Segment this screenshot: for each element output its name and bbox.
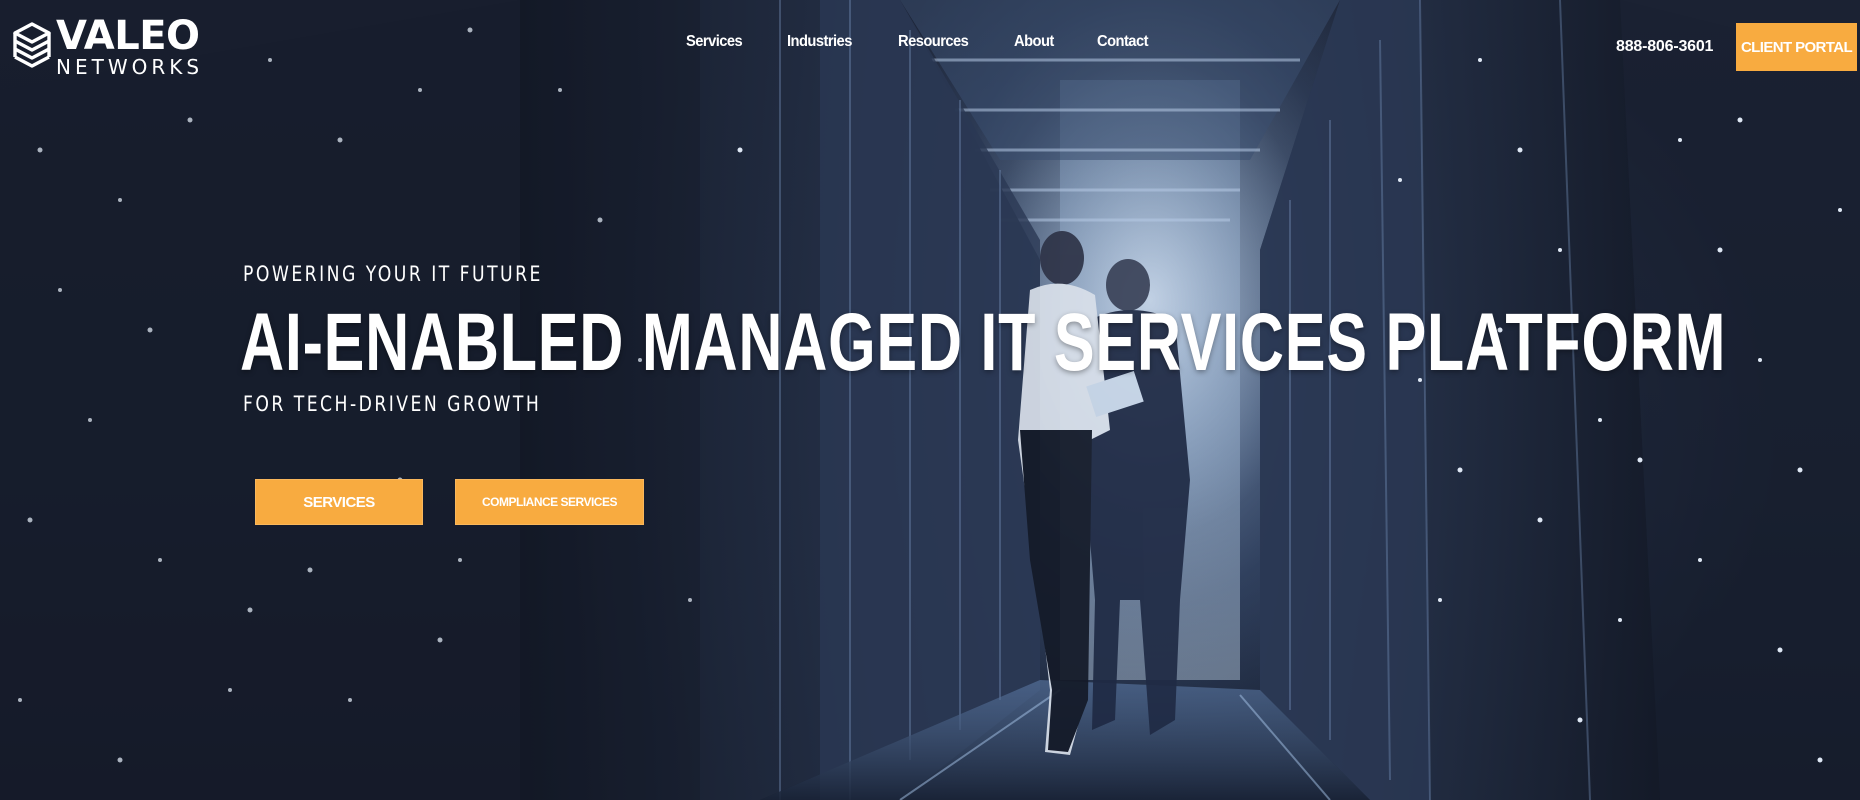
hero-eyebrow: POWERING YOUR IT FUTURE: [243, 262, 543, 286]
client-portal-button[interactable]: CLIENT PORTAL: [1736, 23, 1857, 71]
logo-word-networks: NETWORKS: [56, 55, 204, 79]
hero-subline: FOR TECH-DRIVEN GROWTH: [243, 392, 542, 416]
phone-link[interactable]: 888-806-3601: [1616, 38, 1713, 56]
logo-word-valeo: VALEO: [56, 13, 200, 59]
compliance-services-button[interactable]: COMPLIANCE SERVICES: [455, 479, 644, 525]
valeo-hexagon-logo-icon: [13, 22, 51, 68]
main-nav: Services Industries Resources About Cont…: [686, 33, 1193, 51]
nav-item-services[interactable]: Services: [686, 33, 743, 51]
nav-item-about[interactable]: About: [1014, 33, 1054, 51]
hero-section: VALEO NETWORKS Services Industries Resou…: [0, 0, 1860, 800]
hero-headline: AI-ENABLED MANAGED IT SERVICES PLATFORM: [240, 297, 1727, 388]
logo-text: VALEO NETWORKS: [56, 16, 203, 78]
logo[interactable]: VALEO NETWORKS: [10, 16, 203, 78]
services-button[interactable]: SERVICES: [255, 479, 423, 525]
nav-item-contact[interactable]: Contact: [1097, 33, 1148, 51]
nav-item-resources[interactable]: Resources: [898, 33, 969, 51]
nav-item-industries[interactable]: Industries: [787, 33, 852, 51]
